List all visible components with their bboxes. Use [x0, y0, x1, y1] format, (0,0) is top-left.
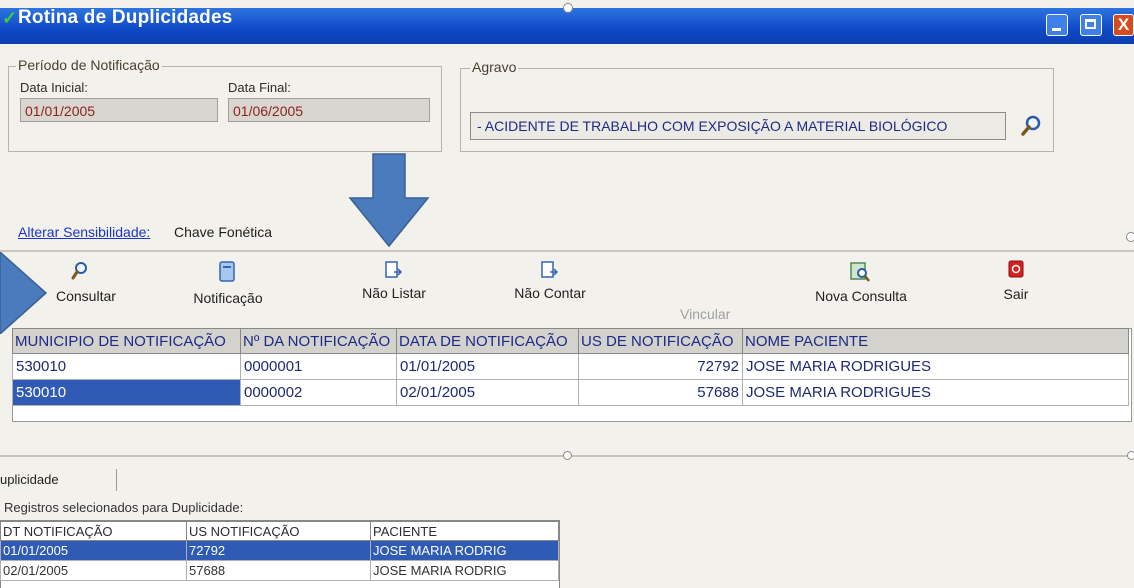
page-arrow-icon — [385, 261, 403, 278]
window-title: Rotina de Duplicidades — [18, 7, 233, 28]
annotation-arrow-right — [0, 250, 48, 336]
tab-duplicidade-label: uplicidade — [0, 472, 59, 487]
magnifier-icon[interactable] — [1018, 112, 1046, 140]
splitter-handle-right[interactable] — [1127, 451, 1134, 460]
cell-municipio[interactable]: 530010 — [12, 379, 241, 406]
vincular-button[interactable]: Vincular — [680, 306, 730, 322]
agravo-legend: Agravo — [470, 59, 519, 75]
selected-records-label: Registros selecionados para Duplicidade: — [4, 500, 244, 515]
cell-paciente[interactable]: JOSE MARIA RODRIG — [370, 540, 559, 561]
resize-handle — [563, 3, 573, 13]
alterar-sensibilidade-link[interactable]: Alterar Sensibilidade: — [18, 224, 150, 240]
app-icon: ✓ — [2, 8, 18, 28]
nao-contar-label: Não Contar — [514, 285, 586, 301]
cell-nome[interactable]: JOSE MARIA RODRIGUES — [742, 379, 1129, 406]
cell-us[interactable]: 57688 — [186, 560, 371, 581]
data-final-label: Data Final: — [228, 80, 291, 95]
exit-icon — [1008, 260, 1024, 278]
resize-handle-right — [1126, 232, 1134, 242]
table-row[interactable]: 01/01/2005 72792 JOSE MARIA RODRIG — [0, 540, 559, 561]
cell-data[interactable]: 01/01/2005 — [396, 353, 579, 380]
cell-paciente[interactable]: JOSE MARIA RODRIG — [370, 560, 559, 581]
maximize-button[interactable] — [1080, 14, 1102, 36]
cell-dt[interactable]: 02/01/2005 — [0, 560, 187, 581]
annotation-arrow-down — [348, 152, 430, 248]
sair-button[interactable]: Sair — [1000, 260, 1032, 302]
splitter-handle[interactable] — [563, 451, 572, 460]
col-us[interactable]: US DE NOTIFICAÇÃO — [578, 328, 743, 354]
nova-consulta-label: Nova Consulta — [815, 288, 907, 304]
consultar-label: Consultar — [56, 288, 116, 304]
agravo-field[interactable]: - ACIDENTE DE TRABALHO COM EXPOSIÇÃO A M… — [470, 112, 1006, 140]
data-inicial-label: Data Inicial: — [20, 80, 88, 95]
document-icon — [219, 261, 235, 282]
col-numero[interactable]: Nº DA NOTIFICAÇÃO — [240, 328, 397, 354]
consultar-button[interactable]: Consultar — [56, 260, 116, 304]
col-dt-notificacao[interactable]: DT NOTIFICAÇÃO — [0, 521, 187, 541]
nao-listar-label: Não Listar — [362, 285, 426, 301]
notificacao-button[interactable]: Notificação — [188, 260, 268, 306]
nao-contar-button[interactable]: Não Contar — [510, 260, 590, 301]
page-arrow-icon — [541, 261, 559, 278]
cell-us[interactable]: 72792 — [186, 540, 371, 561]
sair-label: Sair — [1003, 286, 1029, 302]
grid-header-row: MUNICIPIO DE NOTIFICAÇÃO Nº DA NOTIFICAÇ… — [12, 328, 1129, 354]
periodo-legend: Período de Notificação — [16, 57, 162, 73]
cell-nome[interactable]: JOSE MARIA RODRIGUES — [742, 353, 1129, 380]
new-search-icon — [850, 262, 870, 282]
col-paciente[interactable]: PACIENTE — [370, 521, 559, 541]
magnifier-icon-svg — [1021, 115, 1041, 136]
table-row[interactable]: 02/01/2005 57688 JOSE MARIA RODRIG — [0, 560, 559, 581]
col-municipio[interactable]: MUNICIPIO DE NOTIFICAÇÃO — [12, 328, 241, 354]
cell-us[interactable]: 57688 — [578, 379, 743, 406]
tab-duplicidade[interactable]: uplicidade — [0, 469, 117, 491]
cell-dt[interactable]: 01/01/2005 — [0, 540, 187, 561]
col-us-notificacao[interactable]: US NOTIFICAÇÃO — [186, 521, 371, 541]
notificacao-label: Notificação — [193, 290, 263, 306]
cell-data[interactable]: 02/01/2005 — [396, 379, 579, 406]
cell-municipio[interactable]: 530010 — [12, 353, 241, 380]
cell-us[interactable]: 72792 — [578, 353, 743, 380]
data-inicial-field[interactable]: 01/01/2005 — [20, 98, 218, 122]
data-final-field[interactable]: 01/06/2005 — [228, 98, 430, 122]
cell-numero[interactable]: 0000001 — [240, 353, 397, 380]
nova-consulta-button[interactable]: Nova Consulta — [806, 260, 916, 304]
col-nome[interactable]: NOME PACIENTE — [742, 328, 1129, 354]
nao-listar-button[interactable]: Não Listar — [356, 260, 432, 301]
cell-numero[interactable]: 0000002 — [240, 379, 397, 406]
results-grid: MUNICIPIO DE NOTIFICAÇÃO Nº DA NOTIFICAÇ… — [12, 328, 1129, 406]
col-data[interactable]: DATA DE NOTIFICAÇÃO — [396, 328, 579, 354]
dup-header-row: DT NOTIFICAÇÃO US NOTIFICAÇÃO PACIENTE — [0, 521, 559, 541]
minimize-button[interactable] — [1046, 14, 1068, 36]
sensibilidade-value: Chave Fonética — [174, 224, 273, 240]
table-row[interactable]: 530010 0000001 01/01/2005 72792 JOSE MAR… — [12, 353, 1129, 380]
close-button[interactable]: X — [1113, 14, 1134, 36]
toolbar-separator — [0, 250, 1134, 252]
duplicidade-grid: DT NOTIFICAÇÃO US NOTIFICAÇÃO PACIENTE 0… — [0, 521, 559, 581]
table-row[interactable]: 530010 0000002 02/01/2005 57688 JOSE MAR… — [12, 379, 1129, 406]
magnifier-icon — [71, 262, 87, 280]
